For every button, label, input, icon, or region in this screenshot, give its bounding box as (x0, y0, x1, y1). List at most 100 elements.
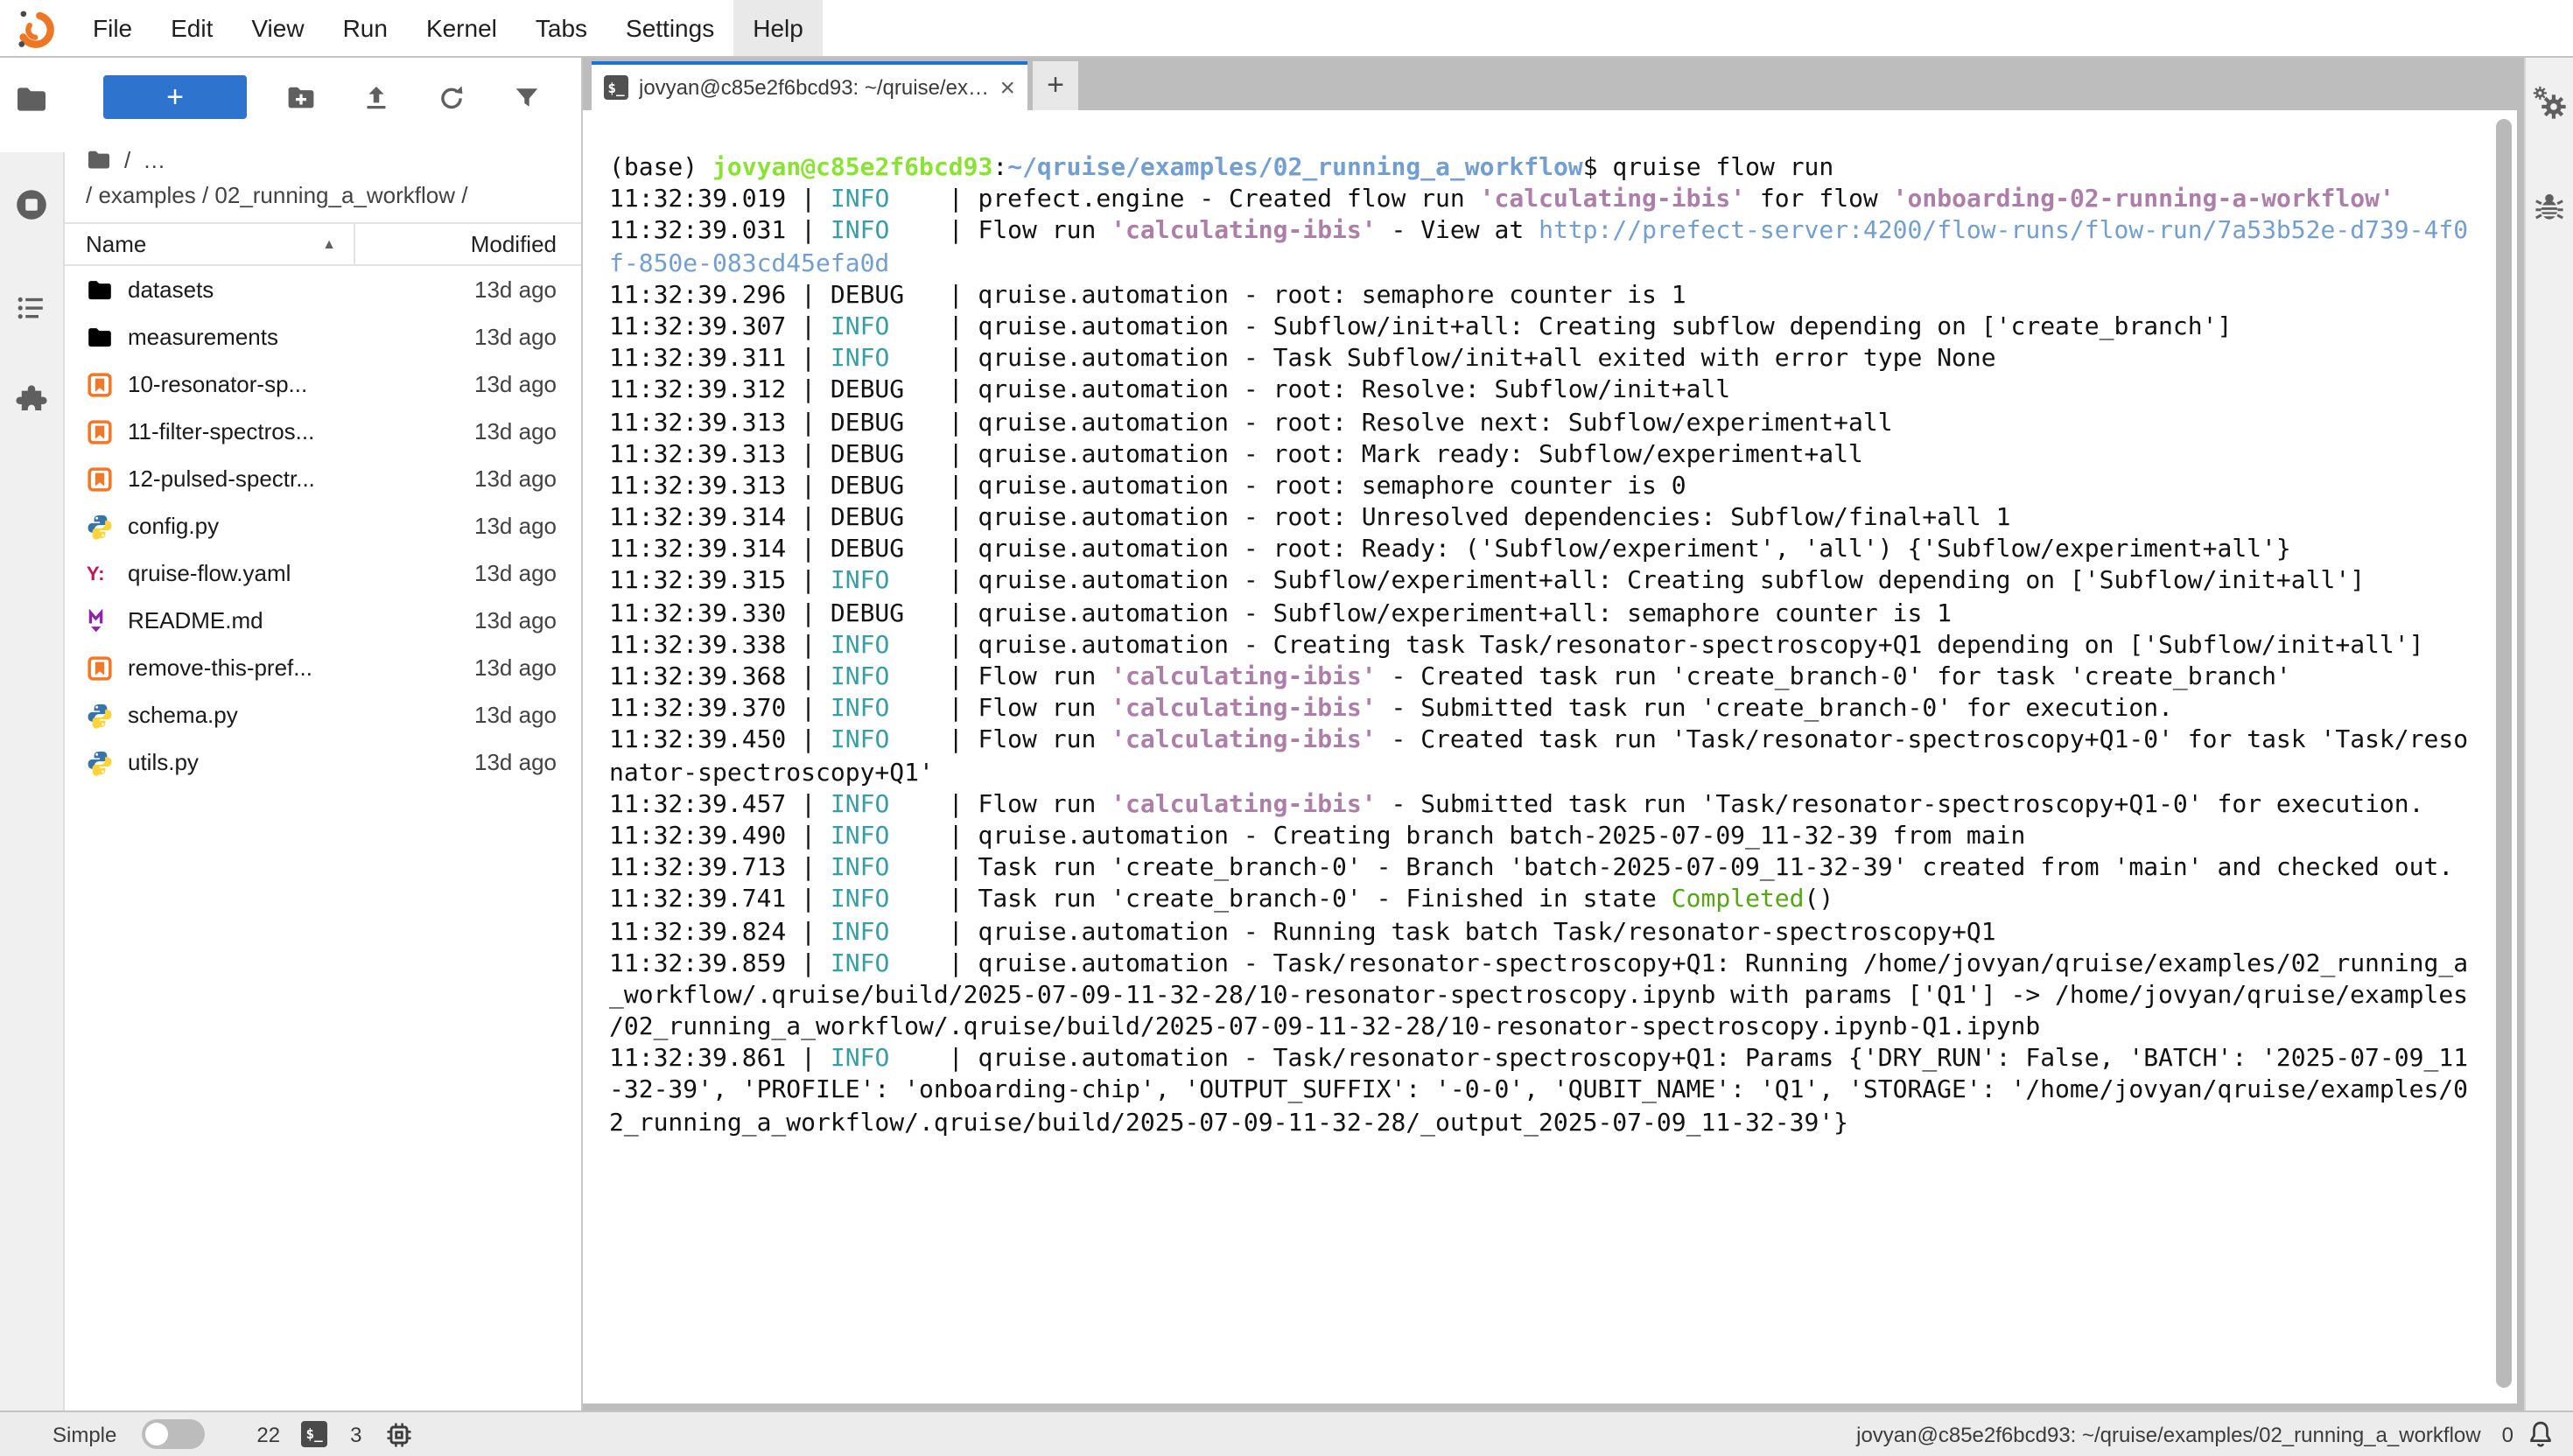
terminal-line: 11:32:39.314 | DEBUG | qruise.automation… (609, 535, 2517, 566)
file-row[interactable]: utils.py 13d ago (65, 738, 581, 786)
left-activity-bar (0, 58, 65, 1410)
file-modified: 13d ago (474, 371, 557, 397)
files-folder-icon[interactable] (14, 82, 49, 117)
terminal-line: 11:32:39.338 | INFO | qruise.automation … (609, 630, 2517, 662)
terminal-line: /02_running_a_workflow/.qruise/build/202… (609, 1012, 2517, 1043)
file-row[interactable]: 12-pulsed-spectr... 13d ago (65, 455, 581, 502)
new-folder-icon[interactable] (285, 81, 317, 113)
running-kernels-icon[interactable] (14, 187, 49, 222)
file-name: 10-resonator-sp... (128, 371, 474, 397)
yaml-file-icon (86, 559, 114, 587)
file-row[interactable]: qruise-flow.yaml 13d ago (65, 550, 581, 597)
terminal-line: 11:32:39.031 | INFO | Flow run 'calculat… (609, 216, 2517, 248)
bell-icon[interactable] (2526, 1419, 2555, 1449)
terminal-line: 11:32:39.314 | DEBUG | qruise.automation… (609, 502, 2517, 534)
terminal-line: -32-39', 'PROFILE': 'onboarding-chip', '… (609, 1075, 2517, 1107)
scrollbar-thumb[interactable] (2496, 119, 2512, 1388)
simple-mode-toggle[interactable] (141, 1419, 204, 1449)
notebook-file-icon (86, 654, 114, 682)
terminal-line: 11:32:39.313 | DEBUG | qruise.automation… (609, 407, 2517, 438)
new-launcher-button[interactable]: + (103, 75, 247, 119)
extensions-puzzle-icon[interactable] (14, 382, 49, 416)
terminal-status-icon: $_ (301, 1421, 327, 1447)
file-name: utils.py (128, 749, 474, 775)
status-bar: Simple 22 $_ 3 jovyan@c85e2f6bcd93: ~/qr… (0, 1410, 2573, 1456)
file-name: qruise-flow.yaml (128, 560, 474, 586)
menu-help[interactable]: Help (733, 0, 823, 56)
menu-tabs[interactable]: Tabs (516, 0, 606, 56)
file-name: measurements (128, 324, 474, 350)
file-row[interactable]: 11-filter-spectros... 13d ago (65, 408, 581, 455)
column-header-modified[interactable]: Modified (354, 224, 581, 264)
menu-settings[interactable]: Settings (606, 0, 733, 56)
file-row[interactable]: datasets 13d ago (65, 266, 581, 313)
file-row[interactable]: 10-resonator-sp... 13d ago (65, 360, 581, 408)
filter-icon[interactable] (511, 81, 543, 113)
file-modified: 13d ago (474, 654, 557, 681)
file-modified: 13d ago (474, 276, 557, 303)
new-tab-button[interactable]: + (1033, 61, 1078, 110)
sort-asc-icon: ▲ (322, 236, 336, 252)
terminal-line: f-850e-083cd45efa0d (609, 248, 2517, 279)
menu-kernel[interactable]: Kernel (407, 0, 516, 56)
kernels-count: 3 (350, 1422, 361, 1446)
menu-file[interactable]: File (74, 0, 151, 56)
file-modified: 13d ago (474, 607, 557, 634)
terminal-line: 11:32:39.296 | DEBUG | qruise.automation… (609, 280, 2517, 312)
file-modified: 13d ago (474, 466, 557, 492)
file-row[interactable]: README.md 13d ago (65, 597, 581, 644)
column-header-name[interactable]: Name ▲ (65, 224, 354, 264)
debugger-bug-icon[interactable] (2533, 189, 2566, 222)
close-icon[interactable]: × (999, 74, 1015, 101)
file-modified: 13d ago (474, 418, 557, 444)
terminal-line: 11:32:39.490 | INFO | qruise.automation … (609, 821, 2517, 852)
file-row[interactable]: schema.py 13d ago (65, 691, 581, 738)
file-modified: 13d ago (474, 324, 557, 350)
terminal-line: 11:32:39.368 | INFO | Flow run 'calculat… (609, 662, 2517, 693)
menu-run[interactable]: Run (324, 0, 407, 56)
terminal-line: 11:32:39.370 | INFO | Flow run 'calculat… (609, 693, 2517, 724)
menu-items: FileEditViewRunKernelTabsSettingsHelp (74, 0, 823, 56)
terminal-line: 11:32:39.861 | INFO | qruise.automation … (609, 1044, 2517, 1075)
python-file-icon (86, 701, 114, 729)
terminal-line: 2_running_a_workflow/.qruise/build/2025-… (609, 1107, 2517, 1138)
app-logo-icon (14, 6, 58, 50)
file-name: README.md (128, 607, 474, 634)
menu-bar: FileEditViewRunKernelTabsSettingsHelp (0, 0, 2573, 58)
menu-view[interactable]: View (232, 0, 323, 56)
menu-edit[interactable]: Edit (151, 0, 232, 56)
file-name: schema.py (128, 702, 474, 728)
refresh-icon[interactable] (436, 81, 467, 113)
terminal-line: nator-spectroscopy+Q1' (609, 757, 2517, 788)
file-modified: 13d ago (474, 702, 557, 728)
breadcrumb-ellipsis[interactable]: … (143, 144, 167, 177)
terminal-tab[interactable]: $_ jovyan@c85e2f6bcd93: ~/qruise/example… (592, 61, 1027, 110)
file-list-header: Name ▲ Modified (65, 222, 581, 266)
terminal-content: (base) jovyan@c85e2f6bcd93:~/qruise/exam… (583, 110, 2517, 1139)
file-modified: 13d ago (474, 513, 557, 539)
folder-file-icon (86, 323, 114, 351)
terminal-icon: $_ (604, 75, 628, 100)
terminal-line: 11:32:39.307 | INFO | qruise.automation … (609, 312, 2517, 343)
toggle-knob (144, 1423, 167, 1446)
terminal-line: 11:32:39.311 | INFO | qruise.automation … (609, 343, 2517, 374)
upload-icon[interactable] (361, 81, 392, 113)
terminal-line: 11:32:39.313 | DEBUG | qruise.automation… (609, 438, 2517, 470)
notebook-file-icon (86, 465, 114, 493)
terminal-output[interactable]: (base) jovyan@c85e2f6bcd93:~/qruise/exam… (583, 110, 2517, 1404)
table-of-contents-icon[interactable] (14, 290, 49, 326)
terminal-line: _workflow/.qruise/build/2025-07-09-11-32… (609, 980, 2517, 1012)
jupyterlab-app: FileEditViewRunKernelTabsSettingsHelp + (0, 0, 2573, 1456)
file-row[interactable]: measurements 13d ago (65, 313, 581, 360)
file-row[interactable]: config.py 13d ago (65, 502, 581, 550)
property-inspector-gears-icon[interactable] (2533, 86, 2566, 119)
file-modified: 13d ago (474, 560, 557, 586)
breadcrumb-path[interactable]: / examples / 02_running_a_workflow / (86, 178, 560, 212)
file-row[interactable]: remove-this-pref... 13d ago (65, 644, 581, 691)
terminal-line: (base) jovyan@c85e2f6bcd93:~/qruise/exam… (609, 152, 2517, 184)
notifications-count: 0 (2502, 1422, 2513, 1446)
terminals-count: 22 (256, 1422, 280, 1446)
file-name: datasets (128, 276, 474, 303)
session-path: jovyan@c85e2f6bcd93: ~/qruise/examples/0… (1856, 1422, 2481, 1446)
breadcrumb-root-folder-icon[interactable] (86, 147, 112, 173)
